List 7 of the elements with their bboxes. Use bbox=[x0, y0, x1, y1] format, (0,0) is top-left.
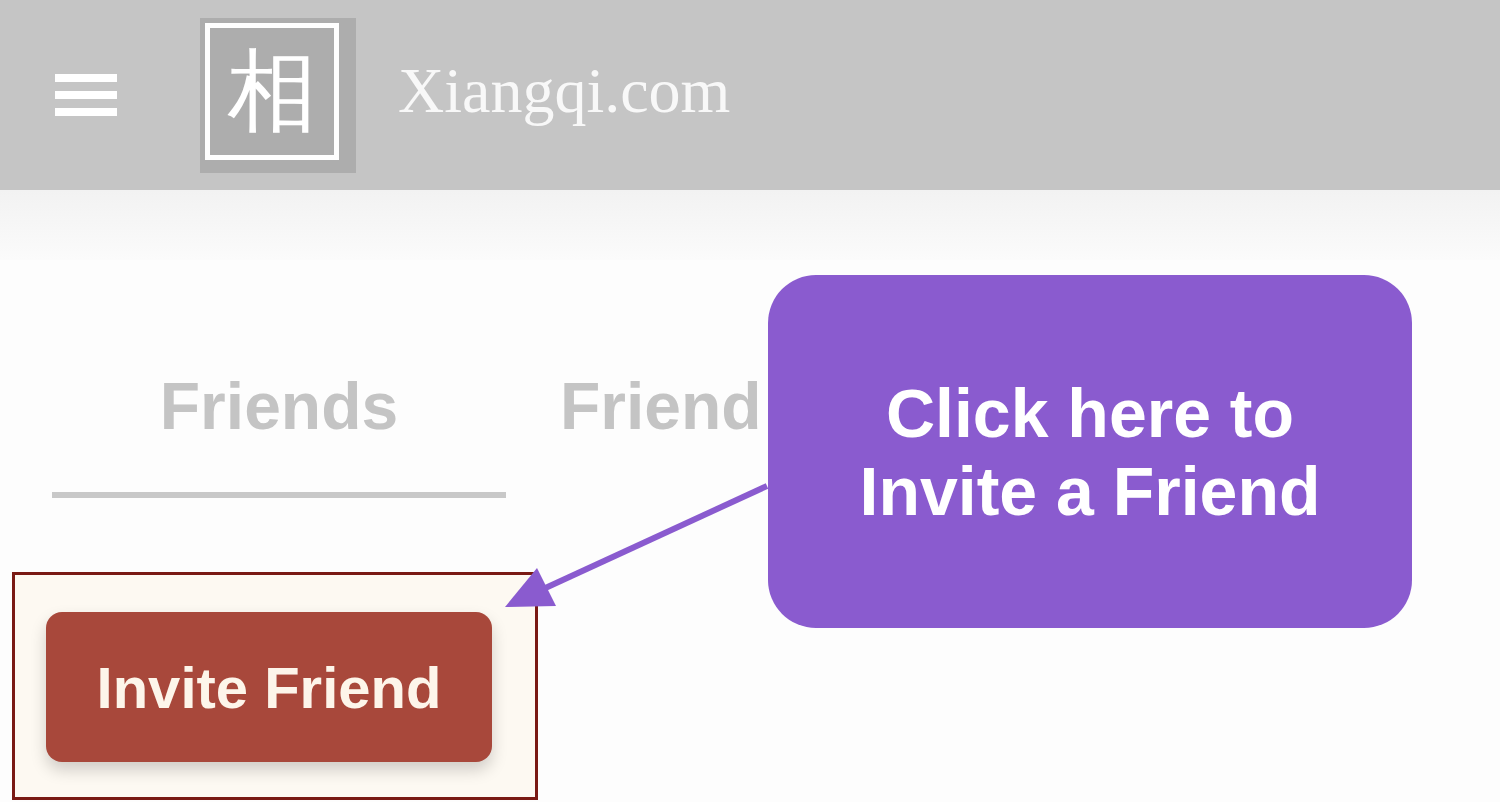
menu-icon[interactable] bbox=[55, 74, 117, 116]
tab[interactable]: Friend bbox=[506, 368, 762, 498]
logo-tile[interactable]: 相 bbox=[200, 17, 356, 173]
logo-glyph: 相 bbox=[205, 22, 339, 160]
invite-friend-button[interactable]: Invite Friend bbox=[46, 612, 492, 762]
callout-text: Click here to Invite a Friend bbox=[858, 373, 1322, 530]
tab[interactable]: Friends bbox=[52, 368, 506, 498]
